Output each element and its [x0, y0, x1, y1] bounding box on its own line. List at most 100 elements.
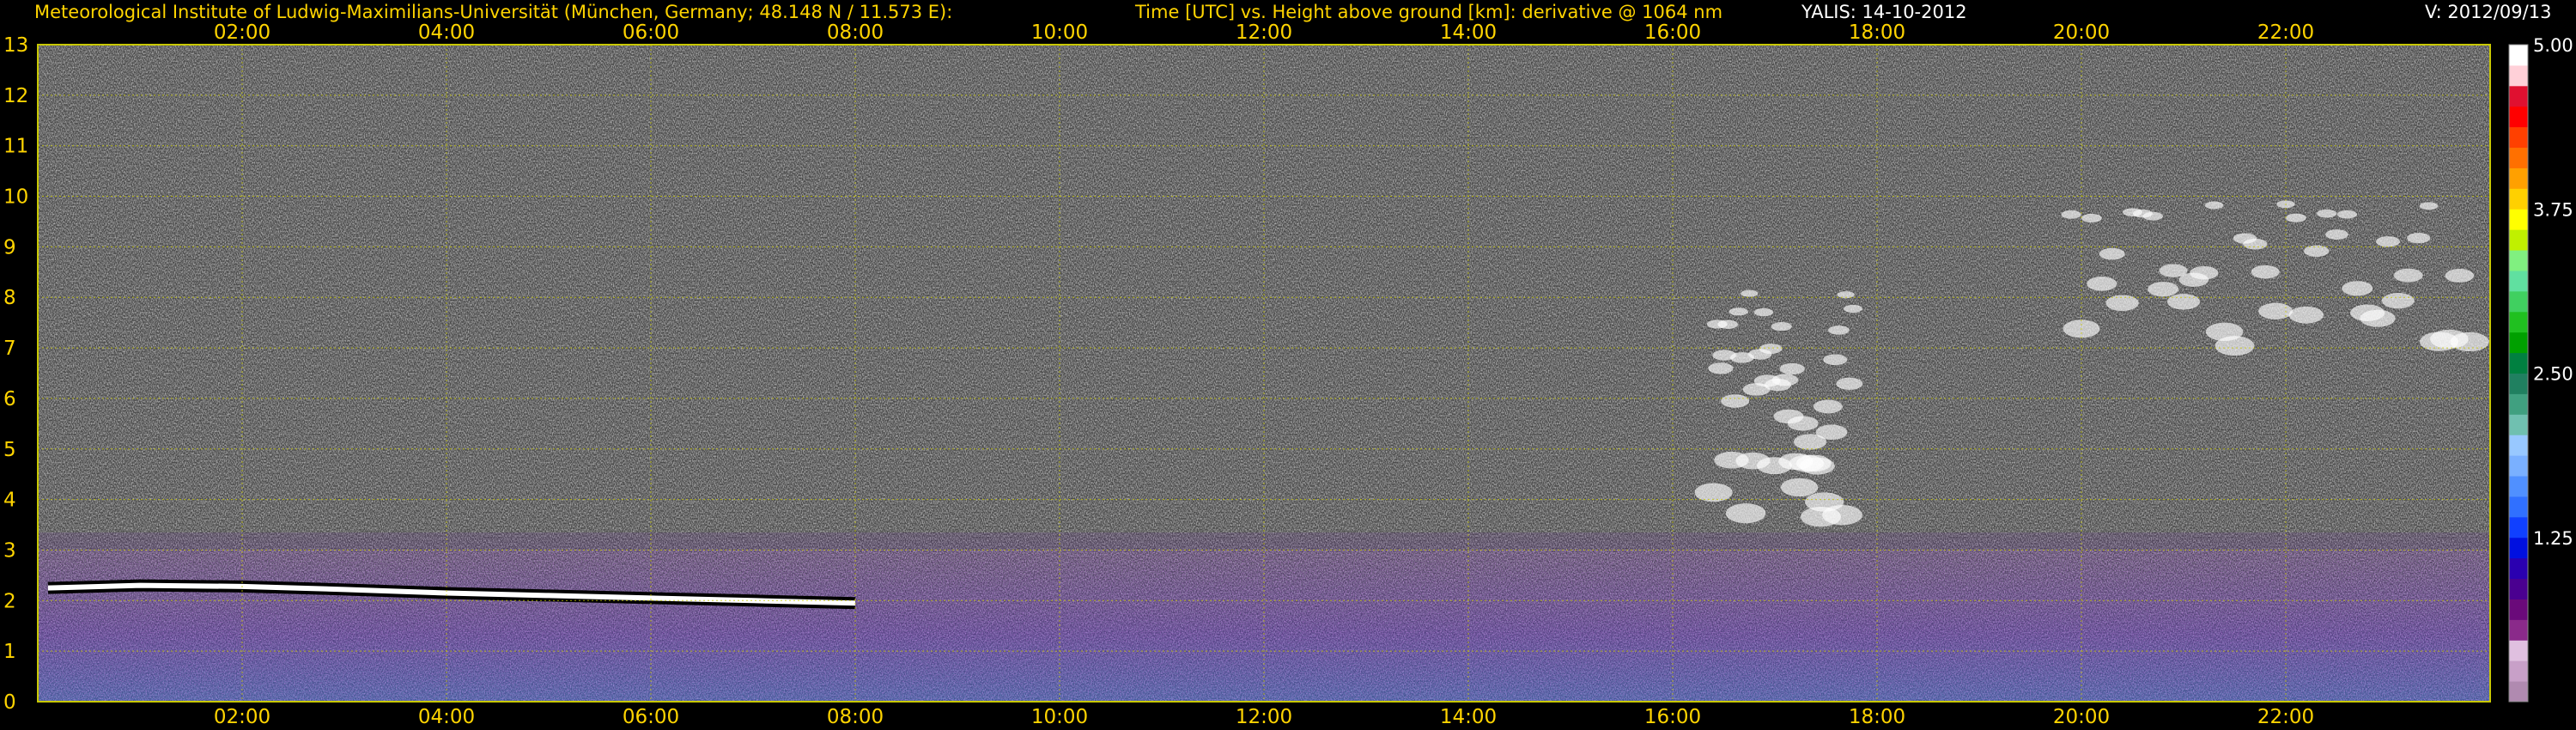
colorbar-swatch: [2509, 476, 2528, 497]
cloud-mark: [1780, 478, 1819, 497]
colorbar-swatch: [2509, 435, 2528, 456]
lidar-chart: 02:00 04:00 06:00 08:00 10:00 12:00 14:00 16:00…: [3, 21, 2573, 728]
cloud-mark: [2376, 236, 2400, 247]
cloud-mark: [1787, 416, 1819, 431]
colorbar-swatch: [2509, 681, 2528, 703]
cloud-mark: [1753, 307, 1774, 317]
colorbar-swatch: [2509, 188, 2528, 210]
colorbar-swatch: [2509, 599, 2528, 620]
colorbar-tick-label: 5.00: [2533, 35, 2573, 56]
x-tick-label: 22:00: [2257, 706, 2314, 728]
x-ticks-bottom: 02:00 04:00 06:00 08:00 10:00 12:00 14:00 16:00…: [214, 706, 2314, 728]
colorbar-swatch: [2509, 496, 2528, 518]
cloud-mark: [1771, 374, 1799, 386]
colorbar-swatch: [2509, 557, 2528, 580]
colorbar-swatch: [2509, 352, 2528, 374]
x-tick-label: 06:00: [623, 21, 679, 44]
cloud-mark: [2317, 209, 2337, 218]
y-tick-label: 7: [3, 338, 16, 360]
colorbar-swatch: [2509, 578, 2528, 599]
colorbar-swatch: [2509, 537, 2528, 559]
cloud-mark: [1725, 503, 1766, 524]
cloud-mark: [2419, 202, 2439, 210]
x-tick-label: 18:00: [1849, 706, 1905, 728]
cloud-mark: [1815, 424, 1848, 441]
colorbar-swatch: [2509, 455, 2528, 477]
cloud-mark: [2407, 233, 2431, 244]
colorbar-swatch: [2509, 516, 2528, 538]
cloud-mark: [1694, 483, 1733, 502]
x-tick-label: 04:00: [418, 21, 475, 44]
cloud-mark: [2204, 201, 2224, 210]
colorbar-swatch: [2509, 147, 2528, 168]
colorbar-swatch: [2509, 311, 2528, 333]
colorbar-swatch: [2509, 290, 2528, 313]
x-ticks-top: 02:00 04:00 06:00 08:00 10:00 12:00 14:00 16:00…: [214, 21, 2314, 44]
x-tick-label: 02:00: [214, 706, 270, 728]
colorbar-swatch: [2509, 332, 2528, 354]
cloud-mark: [2303, 245, 2330, 257]
y-tick-label: 10: [3, 186, 28, 209]
colorbar-swatch: [2509, 64, 2528, 87]
y-tick-label: 1: [3, 641, 16, 663]
cloud-mark: [2393, 268, 2423, 283]
y-tick-label: 11: [3, 136, 28, 158]
x-tick-label: 18:00: [1849, 21, 1905, 44]
x-tick-label: 16:00: [1644, 706, 1701, 728]
x-tick-label: 20:00: [2053, 21, 2110, 44]
y-tick-label: 3: [3, 539, 16, 562]
x-tick-label: 10:00: [1031, 706, 1088, 728]
x-tick-label: 12:00: [1236, 21, 1292, 44]
cloud-mark: [1759, 344, 1783, 355]
cloud-mark: [1823, 354, 1848, 366]
colorbar-swatch: [2509, 270, 2528, 292]
y-tick-label: 9: [3, 236, 16, 259]
y-tick-label: 13: [3, 34, 28, 57]
colorbar-tick-label: 3.75: [2533, 199, 2573, 220]
cloud-mark: [2342, 281, 2373, 296]
cloud-mark: [1741, 289, 1759, 297]
colorbar-swatch: [2509, 229, 2528, 251]
colorbar-swatch: [2509, 106, 2528, 128]
x-tick-label: 06:00: [623, 706, 679, 728]
cloud-mark: [1728, 307, 1748, 316]
x-tick-label: 14:00: [1440, 706, 1497, 728]
cloud-mark: [2061, 210, 2081, 219]
cloud-mark: [2142, 211, 2164, 221]
cloud-mark: [2243, 238, 2268, 250]
cloud-mark: [1822, 505, 1862, 526]
y-tick-label: 0: [3, 691, 16, 714]
x-tick-label: 02:00: [214, 21, 270, 44]
cloud-mark: [1779, 362, 1805, 375]
cloud-mark: [1771, 321, 1792, 332]
cloud-mark: [2325, 229, 2348, 240]
cloud-mark: [2215, 336, 2255, 356]
colorbar-swatch: [2509, 660, 2528, 682]
colorbar-ticks: 1.25 2.50 3.75 5.00: [2533, 35, 2573, 549]
cloud-mark: [2286, 213, 2306, 222]
cloud-mark: [2190, 265, 2219, 280]
cloud-mark: [1828, 325, 1850, 335]
x-tick-label: 04:00: [418, 706, 475, 728]
colorbar-swatch: [2509, 45, 2528, 66]
cloud-mark: [2099, 247, 2125, 260]
cloud-mark: [1708, 362, 1734, 374]
cloud-mark: [1721, 394, 1750, 408]
colorbar-swatch: [2509, 250, 2528, 271]
colorbar-swatch: [2509, 85, 2528, 107]
x-tick-label: 14:00: [1440, 21, 1497, 44]
colorbar-swatch: [2509, 209, 2528, 230]
y-tick-label: 6: [3, 388, 16, 411]
colorbar-swatch: [2509, 126, 2528, 149]
colorbar-swatch: [2509, 167, 2528, 189]
cloud-mark: [1813, 399, 1843, 414]
colorbar-swatch: [2509, 414, 2528, 435]
cloud-mark: [1844, 304, 1863, 313]
x-tick-label: 12:00: [1236, 706, 1292, 728]
y-tick-label: 8: [3, 287, 16, 309]
cloud-mark: [2148, 282, 2179, 297]
cloud-mark: [1717, 319, 1739, 329]
cloud-mark: [1836, 377, 1863, 390]
y-tick-label: 2: [3, 590, 16, 612]
x-tick-label: 20:00: [2053, 706, 2110, 728]
